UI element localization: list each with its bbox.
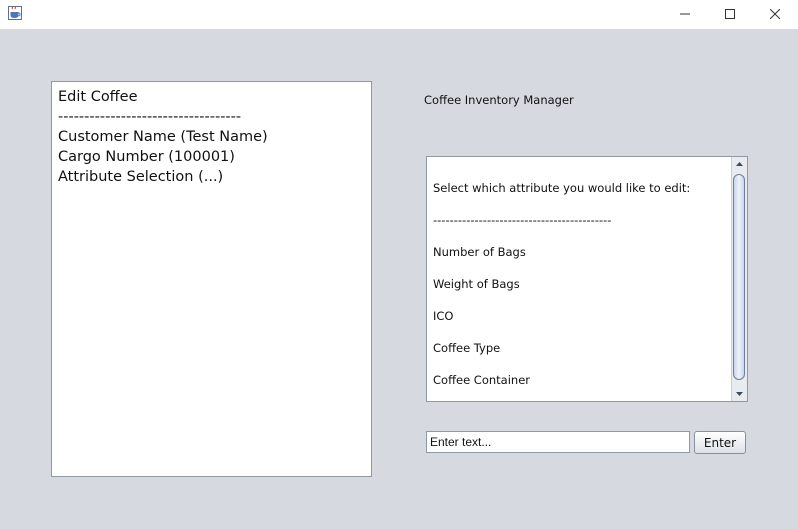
list-item-ico[interactable]: ICO [433,309,453,323]
minimize-button[interactable] [662,0,708,29]
scroll-down-arrow-icon[interactable] [732,386,747,401]
list-item-number-of-bags[interactable]: Number of Bags [433,245,526,259]
edit-coffee-panel: Edit Coffee ----------------------------… [51,81,372,477]
list-item-coffee-container[interactable]: Coffee Container [433,373,530,387]
app-title: Coffee Inventory Manager [424,93,574,107]
java-coffee-cup-icon[interactable] [8,6,22,20]
close-button[interactable] [752,0,798,29]
list-item-coffee-type[interactable]: Coffee Type [433,341,500,355]
title-bar [0,0,798,29]
customer-name-line: Customer Name (Test Name) [58,129,268,145]
attribute-list[interactable]: Select which attribute you would like to… [426,156,748,402]
close-icon [770,9,780,19]
list-item-weight-of-bags[interactable]: Weight of Bags [433,277,520,291]
panel-heading: Edit Coffee [58,89,138,105]
attribute-selection-line: Attribute Selection (...) [58,169,224,185]
maximize-icon [725,9,735,19]
text-input[interactable] [426,431,690,453]
cargo-number-line: Cargo Number (100001) [58,149,235,165]
minimize-icon [680,13,690,15]
list-prompt: Select which attribute you would like to… [433,181,691,195]
enter-button[interactable]: Enter [694,431,746,454]
scroll-up-arrow-icon[interactable] [732,157,747,172]
vertical-scrollbar[interactable] [731,157,747,401]
maximize-button[interactable] [707,0,753,29]
scrollbar-thumb[interactable] [733,174,745,380]
panel-divider: ----------------------------------- [58,109,242,125]
window-content: Edit Coffee ----------------------------… [0,29,798,529]
list-divider: ----------------------------------------… [433,213,612,227]
